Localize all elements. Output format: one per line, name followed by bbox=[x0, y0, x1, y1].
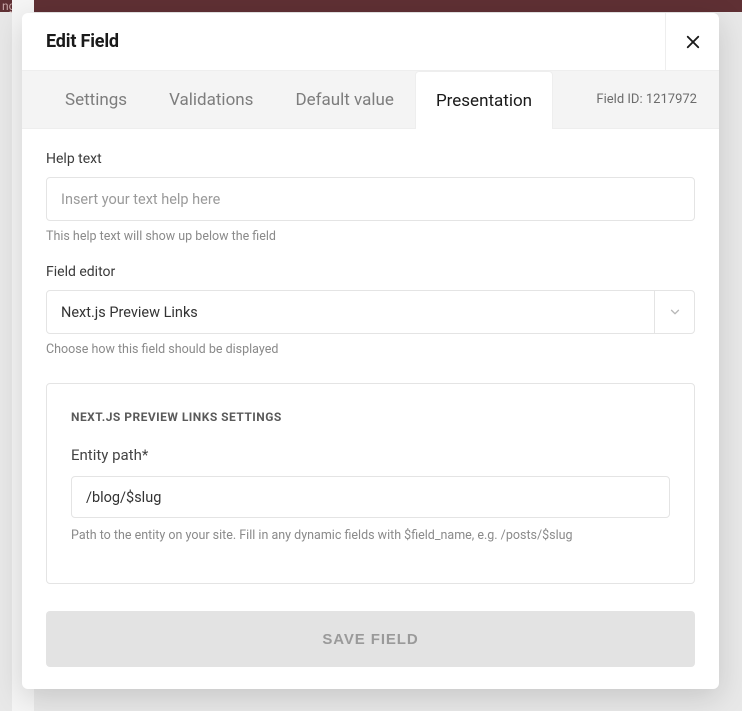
help-text-label: Help text bbox=[46, 151, 695, 167]
tabs-row: Settings Validations Default value Prese… bbox=[22, 71, 719, 129]
tab-default-value[interactable]: Default value bbox=[274, 71, 415, 128]
field-editor-group: Field editor Next.js Preview Links Choos… bbox=[46, 264, 695, 357]
field-editor-label: Field editor bbox=[46, 264, 695, 280]
entity-path-label: Entity path* bbox=[71, 446, 670, 464]
help-text-input[interactable] bbox=[46, 177, 695, 221]
close-button[interactable] bbox=[665, 13, 719, 71]
close-icon bbox=[684, 33, 702, 51]
modal-body: Help text This help text will show up be… bbox=[22, 129, 719, 689]
modal-header: Edit Field bbox=[22, 13, 719, 71]
tab-settings[interactable]: Settings bbox=[44, 71, 148, 128]
edit-field-modal: Edit Field Settings Validations Default … bbox=[22, 13, 719, 689]
chevron-down-icon bbox=[654, 291, 694, 333]
field-id-label: Field ID: bbox=[596, 92, 642, 107]
help-text-group: Help text This help text will show up be… bbox=[46, 151, 695, 244]
plugin-settings-panel: NEXT.JS PREVIEW LINKS SETTINGS Entity pa… bbox=[46, 383, 695, 584]
field-id: Field ID: 1217972 bbox=[574, 71, 719, 128]
plugin-settings-title: NEXT.JS PREVIEW LINKS SETTINGS bbox=[71, 410, 670, 424]
tab-validations[interactable]: Validations bbox=[148, 71, 274, 128]
field-id-value: 1217972 bbox=[646, 92, 697, 107]
entity-path-hint: Path to the entity on your site. Fill in… bbox=[71, 528, 670, 543]
help-text-hint: This help text will show up below the fi… bbox=[46, 229, 695, 244]
modal-title: Edit Field bbox=[46, 31, 119, 52]
background-header: ngs bbox=[0, 0, 742, 12]
entity-path-input[interactable] bbox=[71, 476, 670, 518]
tab-presentation[interactable]: Presentation bbox=[415, 71, 553, 129]
field-editor-select[interactable]: Next.js Preview Links bbox=[46, 290, 695, 334]
save-field-button[interactable]: SAVE FIELD bbox=[46, 611, 695, 667]
field-editor-hint: Choose how this field should be displaye… bbox=[46, 342, 695, 357]
field-editor-value: Next.js Preview Links bbox=[61, 304, 198, 321]
